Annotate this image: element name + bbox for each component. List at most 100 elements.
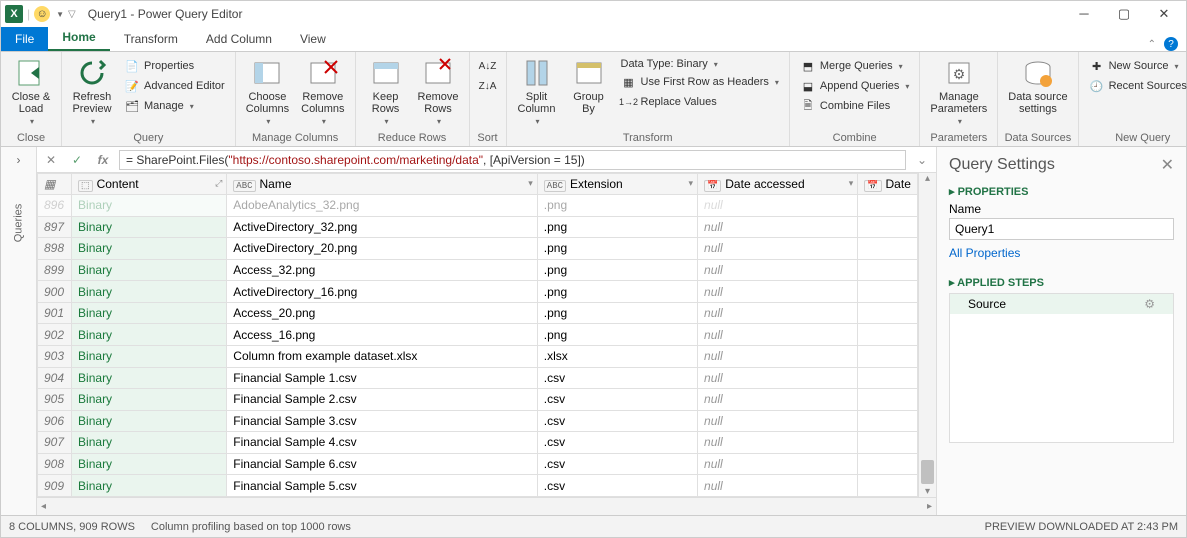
cell-content[interactable]: Binary [72, 259, 227, 281]
sort-desc-button[interactable]: Z↓A [476, 77, 500, 95]
append-queries-button[interactable]: ⬓Append Queries▾ [796, 77, 914, 95]
cell-date-accessed[interactable]: null [698, 238, 858, 260]
col-content[interactable]: ⬚Content⤢ [72, 174, 227, 195]
table-row[interactable]: 902 Binary Access_16.png .png null [38, 324, 918, 346]
cell-date[interactable] [858, 475, 918, 497]
cell-date[interactable] [858, 345, 918, 367]
cell-content[interactable]: Binary [72, 389, 227, 411]
table-row[interactable]: 899 Binary Access_32.png .png null [38, 259, 918, 281]
table-row[interactable]: 906 Binary Financial Sample 3.csv .csv n… [38, 410, 918, 432]
cell-date-accessed[interactable]: null [698, 302, 858, 324]
cell-date-accessed[interactable]: null [698, 475, 858, 497]
queries-rail[interactable]: › Queries [1, 147, 37, 515]
filter-icon[interactable]: ▾ [689, 178, 694, 189]
remove-rows-button[interactable]: Remove Rows▾ [414, 55, 463, 128]
close-window-button[interactable]: ✕ [1150, 6, 1178, 22]
cell-name[interactable]: Financial Sample 6.csv [227, 453, 538, 475]
cell-extension[interactable]: .csv [537, 389, 697, 411]
table-corner[interactable]: ▦ [38, 174, 72, 195]
cell-date-accessed[interactable]: null [698, 432, 858, 454]
keep-rows-button[interactable]: Keep Rows▾ [362, 55, 410, 128]
cell-extension[interactable]: .png [537, 302, 697, 324]
group-by-button[interactable]: Group By [565, 55, 613, 117]
all-properties-link[interactable]: All Properties [949, 246, 1020, 260]
cell-date[interactable] [858, 216, 918, 238]
cell-extension[interactable]: .png [537, 216, 697, 238]
first-row-headers-button[interactable]: ▦Use First Row as Headers▾ [617, 73, 783, 91]
expand-queries-icon[interactable]: › [17, 153, 21, 167]
cell-date[interactable] [858, 281, 918, 303]
cell-date-accessed[interactable]: null [698, 195, 858, 217]
cell-content[interactable]: Binary [72, 302, 227, 324]
choose-columns-button[interactable]: Choose Columns▾ [242, 55, 293, 128]
cell-extension[interactable]: .csv [537, 432, 697, 454]
advanced-editor-button[interactable]: 📝Advanced Editor [120, 77, 229, 95]
minimize-button[interactable]: ─ [1070, 6, 1098, 22]
data-type-button[interactable]: Data Type: Binary▾ [617, 57, 783, 71]
cell-date[interactable] [858, 410, 918, 432]
cell-date[interactable] [858, 453, 918, 475]
cell-date-accessed[interactable]: null [698, 216, 858, 238]
cell-date[interactable] [858, 238, 918, 260]
cell-extension[interactable]: .png [537, 195, 697, 217]
col-name[interactable]: ABCName▾ [227, 174, 538, 195]
remove-columns-button[interactable]: Remove Columns▾ [297, 55, 348, 128]
cell-date-accessed[interactable]: null [698, 453, 858, 475]
merge-queries-button[interactable]: ⬒Merge Queries▾ [796, 57, 914, 75]
maximize-button[interactable]: ▢ [1110, 6, 1138, 22]
cell-name[interactable]: Column from example dataset.xlsx [227, 345, 538, 367]
col-extension[interactable]: ABCExtension▾ [537, 174, 697, 195]
tab-file[interactable]: File [1, 27, 48, 51]
cell-content[interactable]: Binary [72, 475, 227, 497]
smiley-icon[interactable]: ☺ [34, 6, 50, 22]
cell-date[interactable] [858, 324, 918, 346]
qat-customize[interactable]: ▽ [68, 9, 76, 20]
cell-date[interactable] [858, 432, 918, 454]
table-row[interactable]: 901 Binary Access_20.png .png null [38, 302, 918, 324]
refresh-preview-button[interactable]: Refresh Preview▾ [68, 55, 116, 128]
vertical-scrollbar[interactable]: ▴ ▾ [918, 173, 936, 497]
help-icon[interactable]: ? [1164, 37, 1178, 51]
new-source-button[interactable]: ✚New Source▾ [1085, 57, 1187, 75]
table-row[interactable]: 900 Binary ActiveDirectory_16.png .png n… [38, 281, 918, 303]
cell-date[interactable] [858, 302, 918, 324]
table-row[interactable]: 904 Binary Financial Sample 1.csv .csv n… [38, 367, 918, 389]
cell-date-accessed[interactable]: null [698, 324, 858, 346]
cell-content[interactable]: Binary [72, 432, 227, 454]
tab-transform[interactable]: Transform [110, 27, 192, 51]
cell-content[interactable]: Binary [72, 238, 227, 260]
cell-name[interactable]: Access_32.png [227, 259, 538, 281]
fx-icon[interactable]: fx [93, 153, 113, 167]
cell-date-accessed[interactable]: null [698, 281, 858, 303]
table-row[interactable]: 897 Binary ActiveDirectory_32.png .png n… [38, 216, 918, 238]
cell-content[interactable]: Binary [72, 367, 227, 389]
cell-date-accessed[interactable]: null [698, 389, 858, 411]
cell-extension[interactable]: .csv [537, 367, 697, 389]
table-row[interactable]: 909 Binary Financial Sample 5.csv .csv n… [38, 475, 918, 497]
cell-name[interactable]: ActiveDirectory_16.png [227, 281, 538, 303]
cell-date[interactable] [858, 259, 918, 281]
cell-name[interactable]: Financial Sample 1.csv [227, 367, 538, 389]
cell-extension[interactable]: .png [537, 259, 697, 281]
replace-values-button[interactable]: 1→2Replace Values [617, 93, 783, 111]
cell-name[interactable]: Financial Sample 5.csv [227, 475, 538, 497]
qat-dropdown[interactable]: ▼ [56, 10, 64, 19]
sort-asc-button[interactable]: A↓Z [476, 57, 500, 75]
cell-extension[interactable]: .png [537, 281, 697, 303]
cell-content[interactable]: Binary [72, 324, 227, 346]
cell-content[interactable]: Binary [72, 345, 227, 367]
cell-name[interactable]: Financial Sample 2.csv [227, 389, 538, 411]
cell-name[interactable]: Financial Sample 3.csv [227, 410, 538, 432]
combine-files-button[interactable]: 🗎Combine Files [796, 97, 914, 115]
recent-sources-button[interactable]: 🕘Recent Sources▾ [1085, 77, 1187, 95]
cell-content[interactable]: Binary [72, 195, 227, 217]
cell-extension[interactable]: .csv [537, 475, 697, 497]
horizontal-scrollbar[interactable]: ◂ ▸ [37, 497, 936, 515]
col-date-accessed[interactable]: 📅Date accessed▾ [698, 174, 858, 195]
expand-icon[interactable]: ⤢ [215, 178, 222, 189]
cell-date[interactable] [858, 195, 918, 217]
close-settings-button[interactable]: ✕ [1161, 155, 1174, 175]
table-row[interactable]: 908 Binary Financial Sample 6.csv .csv n… [38, 453, 918, 475]
table-row[interactable]: 907 Binary Financial Sample 4.csv .csv n… [38, 432, 918, 454]
cell-date-accessed[interactable]: null [698, 345, 858, 367]
